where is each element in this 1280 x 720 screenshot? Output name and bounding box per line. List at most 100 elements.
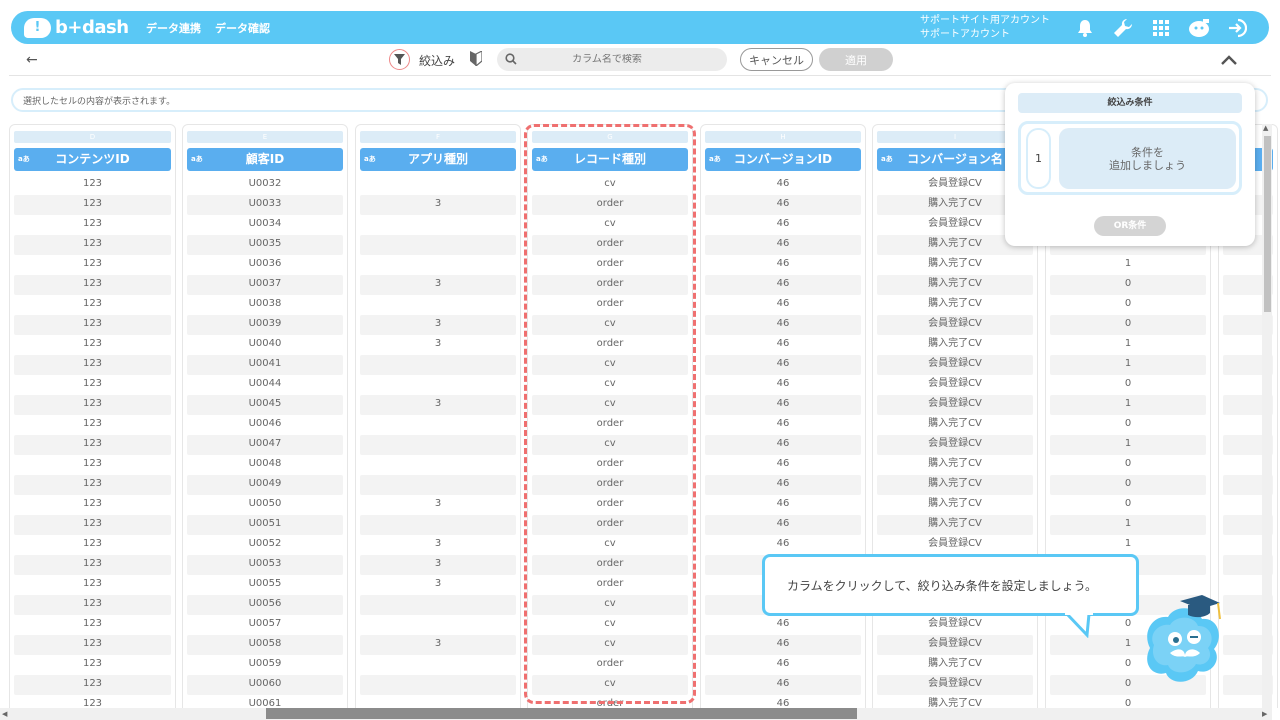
table-cell[interactable]: 123 (14, 395, 171, 415)
table-cell[interactable]: 3 (360, 495, 516, 515)
table-cell[interactable]: 1 (1050, 335, 1206, 355)
account-info[interactable]: サポートサイト用アカウント サポートアカウント (920, 14, 1050, 42)
table-cell[interactable]: U0058 (187, 635, 343, 655)
table-cell[interactable]: 購入完了CV (877, 415, 1033, 435)
logo[interactable]: ! b+dash (24, 17, 132, 38)
table-cell[interactable]: 1 (1050, 515, 1206, 535)
table-cell[interactable]: 会員登録CV (877, 435, 1033, 455)
filter-label[interactable]: 絞込み (419, 52, 455, 69)
table-cell[interactable]: U0050 (187, 495, 343, 515)
table-cell[interactable]: 会員登録CV (877, 355, 1033, 375)
back-arrow-icon[interactable]: ← (26, 52, 38, 68)
table-cell[interactable]: cv (532, 595, 688, 615)
table-cell[interactable] (360, 595, 516, 615)
table-cell[interactable]: U0032 (187, 175, 343, 195)
table-cell[interactable]: 購入完了CV (877, 275, 1033, 295)
table-cell[interactable]: order (532, 575, 688, 595)
vertical-scroll-thumb[interactable] (1264, 136, 1271, 312)
table-cell[interactable]: U0036 (187, 255, 343, 275)
table-cell[interactable]: 46 (705, 615, 861, 635)
table-cell[interactable] (360, 375, 516, 395)
table-cell[interactable] (360, 455, 516, 475)
table-cell[interactable]: 3 (360, 635, 516, 655)
table-cell[interactable]: 46 (705, 335, 861, 355)
table-cell[interactable]: 123 (14, 235, 171, 255)
table-cell[interactable]: 46 (705, 295, 861, 315)
table-cell[interactable]: 3 (360, 575, 516, 595)
table-cell[interactable]: 46 (705, 315, 861, 335)
apply-button[interactable]: 適用 (819, 48, 893, 71)
table-cell[interactable]: 会員登録CV (877, 635, 1033, 655)
table-cell[interactable]: 123 (14, 335, 171, 355)
table-cell[interactable]: 123 (14, 655, 171, 675)
table-cell[interactable]: 123 (14, 635, 171, 655)
table-cell[interactable]: 46 (705, 515, 861, 535)
table-cell[interactable]: 123 (14, 695, 171, 708)
table-cell[interactable]: 会員登録CV (877, 535, 1033, 555)
table-cell[interactable]: cv (532, 395, 688, 415)
table-cell[interactable]: 123 (14, 575, 171, 595)
table-cell[interactable]: order (532, 475, 688, 495)
table-cell[interactable]: 123 (14, 255, 171, 275)
table-cell[interactable] (360, 695, 516, 708)
table-cell[interactable]: 購入完了CV (877, 295, 1033, 315)
table-cell[interactable]: 46 (705, 255, 861, 275)
table-cell[interactable]: U0060 (187, 675, 343, 695)
column-header[interactable]: aあ アプリ種別 (360, 148, 516, 171)
table-cell[interactable]: 0 (1050, 315, 1206, 335)
table-cell[interactable]: 46 (705, 655, 861, 675)
table-cell[interactable]: U0052 (187, 535, 343, 555)
table-cell[interactable]: 1 (1050, 535, 1206, 555)
table-cell[interactable]: 0 (1050, 455, 1206, 475)
table-cell[interactable]: 46 (705, 215, 861, 235)
table-cell[interactable]: 46 (705, 675, 861, 695)
table-cell[interactable]: U0039 (187, 315, 343, 335)
table-cell[interactable]: 0 (1050, 295, 1206, 315)
table-cell[interactable]: 123 (14, 215, 171, 235)
table-cell[interactable]: 0 (1050, 375, 1206, 395)
table-cell[interactable]: 46 (705, 235, 861, 255)
table-cell[interactable]: U0033 (187, 195, 343, 215)
table-cell[interactable] (360, 175, 516, 195)
table-cell[interactable]: 46 (705, 475, 861, 495)
table-cell[interactable]: order (532, 515, 688, 535)
table-cell[interactable]: order (532, 275, 688, 295)
table-cell[interactable]: 購入完了CV (877, 495, 1033, 515)
table-cell[interactable]: 123 (14, 275, 171, 295)
nav-data-integration[interactable]: データ連携 (146, 20, 201, 36)
table-cell[interactable]: 123 (14, 295, 171, 315)
table-cell[interactable]: 購入完了CV (877, 695, 1033, 708)
table-cell[interactable]: 購入完了CV (877, 655, 1033, 675)
table-cell[interactable]: 123 (14, 535, 171, 555)
table-cell[interactable]: order (532, 495, 688, 515)
table-cell[interactable]: 123 (14, 355, 171, 375)
table-cell[interactable] (360, 655, 516, 675)
add-condition-button[interactable]: 条件を 追加しましょう (1059, 128, 1236, 189)
table-cell[interactable]: 46 (705, 695, 861, 708)
table-cell[interactable]: U0044 (187, 375, 343, 395)
table-cell[interactable]: order (532, 335, 688, 355)
table-cell[interactable]: 123 (14, 495, 171, 515)
chevron-up-icon[interactable] (1220, 51, 1238, 70)
table-cell[interactable] (360, 215, 516, 235)
table-cell[interactable] (360, 435, 516, 455)
table-cell[interactable]: 123 (14, 195, 171, 215)
table-cell[interactable] (360, 235, 516, 255)
table-cell[interactable]: 1 (1050, 395, 1206, 415)
horizontal-scrollbar[interactable]: ◀ ▶ (0, 708, 1272, 720)
table-cell[interactable]: 123 (14, 455, 171, 475)
table-cell[interactable]: 123 (14, 595, 171, 615)
table-cell[interactable] (360, 515, 516, 535)
table-cell[interactable]: 0 (1050, 415, 1206, 435)
table-cell[interactable]: 3 (360, 275, 516, 295)
table-cell[interactable]: 123 (14, 515, 171, 535)
table-cell[interactable]: cv (532, 535, 688, 555)
table-cell[interactable]: U0057 (187, 615, 343, 635)
table-cell[interactable]: 3 (360, 195, 516, 215)
table-cell[interactable]: U0061 (187, 695, 343, 708)
table-cell[interactable]: U0053 (187, 555, 343, 575)
table-cell[interactable]: order (532, 655, 688, 675)
bell-icon[interactable] (1073, 16, 1097, 40)
table-cell[interactable]: cv (532, 435, 688, 455)
horizontal-scroll-thumb[interactable] (266, 708, 857, 719)
